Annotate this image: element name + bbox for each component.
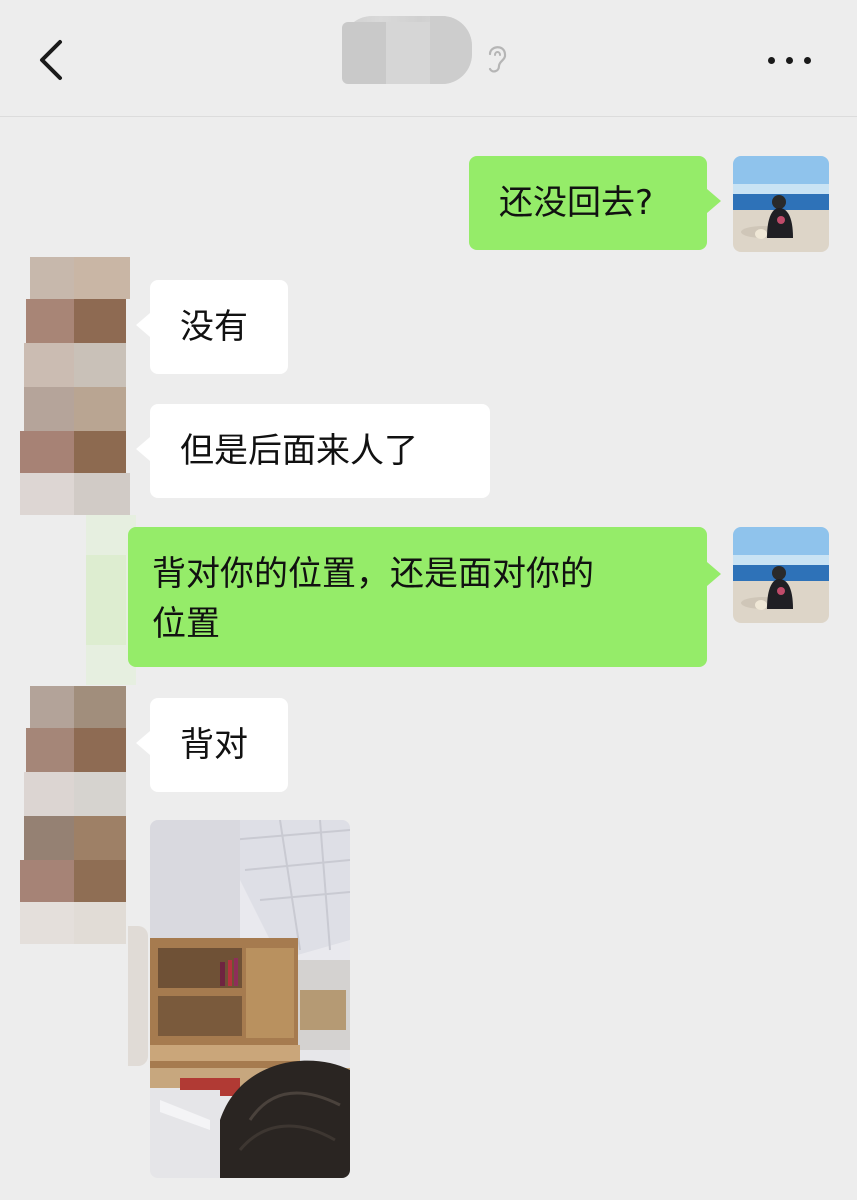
ear-icon: [488, 46, 507, 73]
message-bubble-sent[interactable]: 背对你的位置，还是面对你的 位置: [128, 527, 707, 667]
bubble-tail: [136, 731, 150, 755]
message-bubble-received[interactable]: 但是后面来人了: [150, 404, 490, 498]
message-bubble-sent[interactable]: 还没回去?: [469, 156, 707, 250]
bubble-tail: [707, 189, 721, 213]
chat-header: [0, 0, 857, 117]
message-text-line: 位置: [152, 604, 220, 644]
message-text: 背对: [180, 725, 248, 765]
beach-avatar-image: [733, 156, 829, 252]
chevron-left-icon[interactable]: [36, 38, 66, 82]
ellipsis-icon[interactable]: [766, 54, 814, 68]
contact-avatar-blurred[interactable]: [20, 257, 130, 515]
contact-name-redacted: [342, 16, 472, 84]
my-avatar[interactable]: [733, 527, 829, 623]
my-avatar[interactable]: [733, 156, 829, 252]
bubble-tail: [136, 437, 150, 461]
message-bubble-received[interactable]: 没有: [150, 280, 288, 374]
bubble-tail: [707, 562, 721, 586]
bubble-tail: [136, 313, 150, 337]
office-photo-image: [150, 820, 350, 1178]
message-bubble-received[interactable]: 背对: [150, 698, 288, 792]
message-text-line: 背对你的位置，还是面对你的: [152, 554, 594, 594]
message-text: 还没回去?: [499, 183, 654, 223]
contact-avatar-blurred[interactable]: [20, 686, 148, 1066]
message-image[interactable]: [150, 820, 350, 1178]
message-text: 没有: [180, 307, 248, 347]
beach-avatar-image: [733, 527, 829, 623]
message-text: 但是后面来人了: [180, 431, 418, 471]
